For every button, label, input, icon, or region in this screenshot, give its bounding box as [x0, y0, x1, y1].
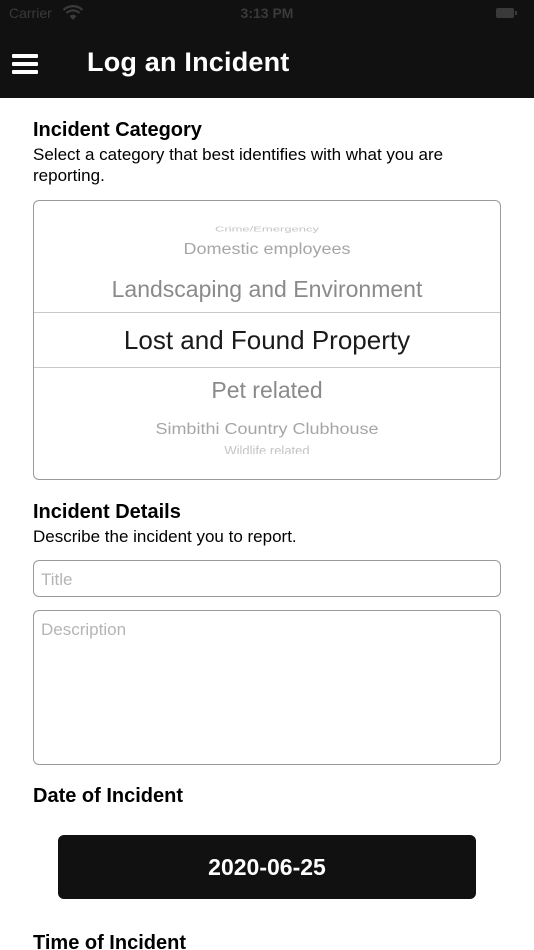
picker-selected-option[interactable]: Lost and Found Property	[34, 325, 500, 356]
picker-option[interactable]: Landscaping and Environment	[34, 276, 500, 303]
title-placeholder: Title	[41, 570, 73, 589]
title-input[interactable]: Title	[33, 560, 501, 597]
picker-option[interactable]: Simbithi Country Clubhouse	[34, 421, 500, 439]
hamburger-menu-icon[interactable]	[12, 52, 38, 76]
picker-option[interactable]: Pet related	[34, 377, 500, 404]
status-time: 3:13 PM	[240, 5, 294, 21]
picker-option[interactable]: Crime/Emergency	[34, 225, 500, 233]
picker-option[interactable]: Wildlife related	[34, 444, 500, 454]
time-title: Time of Incident	[33, 932, 186, 950]
category-description: Select a category that best identifies w…	[33, 145, 444, 185]
description-placeholder: Description	[41, 620, 127, 639]
date-title: Date of Incident	[33, 785, 184, 807]
category-title: Incident Category	[33, 119, 202, 141]
description-textarea[interactable]: Description	[33, 610, 501, 765]
picker-option[interactable]: Domestic employees	[34, 241, 500, 259]
category-picker[interactable]: Crime/Emergency Domestic employees Lands…	[33, 200, 501, 480]
page-title: Log an Incident	[87, 47, 290, 77]
picker-selection-top-line	[34, 312, 500, 313]
app-header: Carrier 3:13 PM Log an Incident	[0, 0, 534, 98]
details-title: Incident Details	[33, 501, 181, 523]
details-description: Describe the incident you to report.	[33, 527, 297, 546]
date-picker-button[interactable]: 2020-06-25	[58, 835, 476, 899]
battery-icon	[496, 8, 517, 18]
status-bar: Carrier 3:13 PM	[0, 0, 534, 28]
picker-selection-bottom-line	[34, 367, 500, 368]
